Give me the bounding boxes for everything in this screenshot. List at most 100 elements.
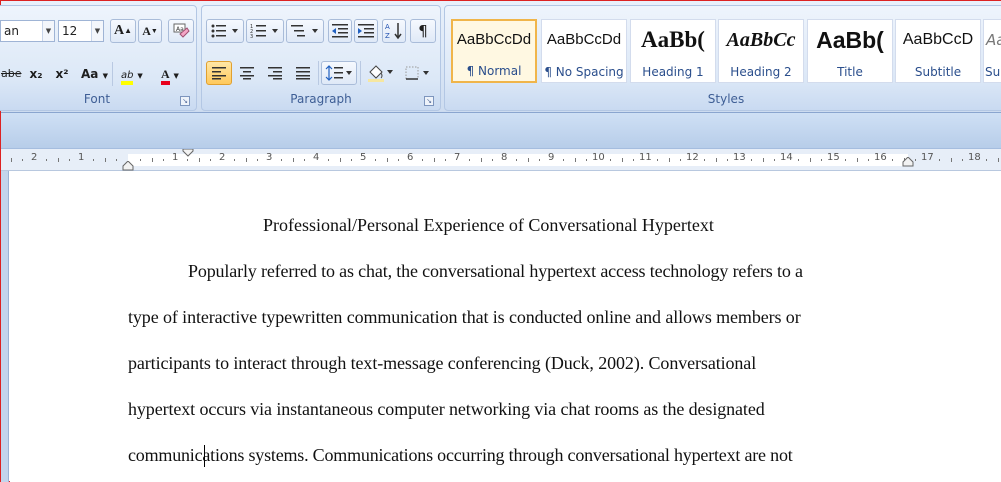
- dialog-launcher-icon[interactable]: ↘: [424, 96, 434, 106]
- strikethrough-button[interactable]: abe: [0, 62, 22, 86]
- document-line: communications systems. Communications o…: [128, 445, 793, 465]
- ruler-number: 3: [266, 152, 273, 163]
- sort-button[interactable]: A Z: [382, 19, 406, 43]
- left-margin-bar: [1, 171, 9, 482]
- ruler-tick: [998, 158, 999, 162]
- borders-icon: [405, 66, 429, 80]
- font-color-button[interactable]: A ▼: [156, 62, 194, 86]
- bullets-icon: [211, 24, 238, 38]
- ruler-number: 1: [172, 152, 179, 163]
- chevron-down-icon: ▼: [137, 72, 143, 80]
- chevron-down-icon: ▼: [173, 72, 179, 80]
- dialog-launcher-icon[interactable]: ↘: [180, 96, 190, 106]
- multilevel-list-button[interactable]: [286, 19, 324, 43]
- ruler-tick: [622, 158, 623, 162]
- horizontal-ruler[interactable]: 2 1 1 2 3 4 5 6 7 8 9 10 11 12 13 14 15 16 17 18: [1, 149, 1001, 171]
- style-heading-2[interactable]: AaBbCc Heading 2: [718, 19, 804, 83]
- shrink-font-label: A: [142, 24, 151, 38]
- shading-button[interactable]: [362, 61, 398, 85]
- borders-button[interactable]: [400, 61, 436, 85]
- ruler-tick: [93, 159, 94, 161]
- ruler-tick: [422, 159, 423, 161]
- ruler-tick: [915, 159, 916, 161]
- ruler-number: 2: [219, 152, 226, 163]
- style-sample: AaBb(: [816, 27, 884, 53]
- style-subtle-emphasis[interactable]: Aa Sub: [983, 19, 1001, 83]
- ruler-tick: [892, 159, 893, 161]
- font-size-combo[interactable]: 12 ▼: [58, 20, 104, 42]
- first-line-indent-icon[interactable]: [182, 149, 194, 157]
- ruler-number: 6: [407, 152, 414, 163]
- document-title: Professional/Personal Experience of Conv…: [263, 215, 714, 235]
- multilevel-list-icon: [291, 25, 318, 37]
- ruler-tick: [387, 158, 388, 162]
- align-right-button[interactable]: [262, 61, 288, 85]
- align-left-button[interactable]: [206, 61, 232, 85]
- ruler-tick: [516, 159, 517, 161]
- style-no-spacing[interactable]: AaBbCcDd ¶ No Spacing: [541, 19, 627, 83]
- ruler-number: 17: [921, 152, 934, 163]
- separator: [318, 61, 319, 85]
- style-heading-1[interactable]: AaBb( Heading 1: [630, 19, 716, 83]
- styles-group-label: Styles: [707, 92, 745, 106]
- style-name: ¶ No Spacing: [544, 65, 624, 79]
- ruler-tick: [586, 159, 587, 161]
- style-sample: AaBbCcDd: [456, 31, 532, 48]
- ruler-tick: [810, 158, 811, 162]
- ruler-tick: [539, 159, 540, 161]
- style-subtitle[interactable]: AaBbCcD Subtitle: [895, 19, 981, 83]
- ruler-tick: [763, 158, 764, 162]
- separator: [360, 61, 361, 85]
- text-highlight-button[interactable]: ab ▼: [116, 62, 154, 86]
- ruler-tick: [951, 158, 952, 162]
- style-title[interactable]: AaBb( Title: [807, 19, 893, 83]
- bullets-button[interactable]: [206, 19, 244, 43]
- style-name: Heading 1: [642, 65, 704, 79]
- numbering-button[interactable]: 1 2 3: [246, 19, 284, 43]
- line-spacing-button[interactable]: [321, 61, 357, 85]
- ruler-tick: [774, 159, 775, 161]
- highlight-label: ab: [121, 70, 134, 85]
- style-normal[interactable]: AaBbCcDd ¶ Normal: [451, 19, 537, 83]
- style-name: Subtitle: [914, 65, 962, 79]
- chevron-down-icon[interactable]: ▼: [91, 21, 103, 41]
- ruler-number: 11: [639, 152, 652, 163]
- style-name: Heading 2: [730, 65, 792, 79]
- ruler-tick: [187, 159, 188, 161]
- ruler-number: 16: [874, 152, 887, 163]
- font-name-combo[interactable]: an ▼: [0, 20, 55, 42]
- superscript-button[interactable]: x²: [50, 62, 74, 86]
- justify-button[interactable]: [290, 61, 316, 85]
- sort-icon: A Z: [385, 23, 402, 40]
- ruler-tick: [845, 159, 846, 161]
- ruler-tick: [163, 159, 164, 161]
- font-color-label: A: [161, 67, 170, 85]
- align-center-button[interactable]: [234, 61, 260, 85]
- shrink-font-button[interactable]: A▼: [138, 19, 162, 43]
- ruler-tick: [939, 159, 940, 161]
- ruler-tick: [257, 159, 258, 161]
- clear-formatting-button[interactable]: Aa: [168, 19, 194, 43]
- ruler-number: 18: [968, 152, 981, 163]
- clear-formatting-icon: Aa: [173, 23, 190, 38]
- chevron-down-icon[interactable]: ▼: [42, 21, 54, 41]
- pilcrow-icon: ¶: [418, 22, 428, 40]
- change-case-button[interactable]: Aa ▼: [78, 62, 110, 86]
- ruler-tick: [528, 158, 529, 162]
- subscript-button[interactable]: x₂: [24, 62, 48, 86]
- hanging-indent-icon[interactable]: [122, 161, 134, 171]
- increase-indent-button[interactable]: [354, 19, 378, 43]
- show-formatting-button[interactable]: ¶: [410, 19, 436, 43]
- decrease-indent-button[interactable]: [328, 19, 352, 43]
- ruler-tick: [375, 159, 376, 161]
- ruler-number: 13: [733, 152, 746, 163]
- align-left-icon: [212, 67, 226, 80]
- ruler-tick: [798, 159, 799, 161]
- ruler-tick: [481, 158, 482, 162]
- ruler-number: 2: [31, 152, 38, 163]
- align-center-icon: [240, 67, 254, 80]
- right-indent-icon[interactable]: [902, 157, 914, 167]
- line-spacing-icon: [325, 65, 352, 81]
- style-name: Sub: [985, 65, 1001, 79]
- grow-font-button[interactable]: A▲: [110, 19, 136, 43]
